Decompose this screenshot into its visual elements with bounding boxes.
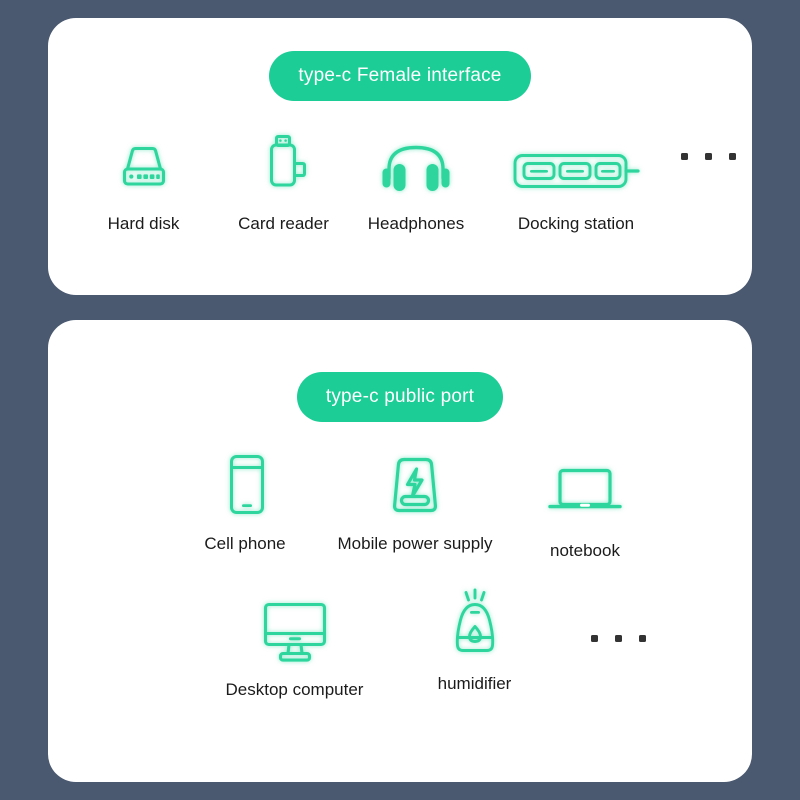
item-desktop-computer: Desktop computer (195, 593, 395, 700)
ellipsis-dot (590, 634, 598, 642)
power-bank-icon (392, 457, 438, 513)
cell-phone-icon (230, 455, 264, 514)
item-headphones: Headphones (349, 123, 484, 234)
ellipsis-dot (638, 634, 646, 642)
headphones-icon (382, 145, 450, 191)
icon-box (379, 448, 451, 520)
ellipsis-dot (680, 153, 688, 160)
section-title-pill-public: type-c public port (296, 372, 504, 422)
item-row-public-a: Cell phone Mobile power supply notebook (48, 448, 752, 561)
item-row-public-b: Desktop computer humidifier (48, 588, 752, 700)
item-card-reader: Card reader (219, 123, 349, 234)
card-type-c-female: type-c Female interface Hard disk Card r… (48, 18, 752, 295)
infographic-canvas: type-c Female interface Hard disk Card r… (0, 0, 800, 800)
item-label: Docking station (517, 214, 635, 233)
item-label: notebook (550, 541, 620, 560)
icon-box (543, 448, 627, 520)
icon-box (113, 123, 175, 199)
section-title-pill-female: type-c Female interface (269, 51, 531, 101)
item-label: Mobile power supply (337, 534, 493, 553)
hard-disk-icon (122, 146, 165, 186)
item-label: Hard disk (107, 214, 180, 233)
ellipsis-dot (728, 153, 736, 160)
ellipsis-public (590, 634, 646, 642)
item-label: Headphones (367, 214, 465, 233)
item-label: humidifier (437, 673, 512, 693)
docking-station-icon (513, 154, 640, 188)
item-hard-disk: Hard disk (69, 123, 219, 234)
ellipsis-dot (704, 153, 712, 160)
ellipsis-dot (614, 634, 622, 642)
item-cell-phone: Cell phone (165, 448, 325, 554)
pill-row-female: type-c Female interface (48, 51, 752, 101)
item-notebook: notebook (505, 448, 665, 561)
humidifier-icon (455, 588, 494, 652)
icon-box (374, 123, 458, 199)
icon-box (253, 123, 315, 199)
item-docking-station: Docking station (494, 123, 659, 234)
notebook-icon (548, 468, 622, 509)
desktop-computer-icon (263, 602, 326, 662)
item-mobile-power-supply: Mobile power supply (325, 448, 505, 554)
item-label: Cell phone (204, 534, 286, 553)
item-label: Card reader (238, 214, 329, 233)
icon-box (219, 448, 271, 520)
item-label: Desktop computer (225, 679, 364, 699)
ellipsis-female (680, 153, 736, 160)
icon-box (253, 593, 337, 665)
card-reader-icon (269, 135, 306, 187)
icon-box (506, 123, 646, 199)
icon-box (444, 588, 506, 665)
pill-row-public: type-c public port (48, 372, 752, 422)
card-type-c-public: type-c public port Cell phone Mobile pow… (48, 320, 752, 782)
item-humidifier: humidifier (395, 588, 555, 694)
item-row-female: Hard disk Card reader Headphones Docking… (48, 123, 752, 234)
